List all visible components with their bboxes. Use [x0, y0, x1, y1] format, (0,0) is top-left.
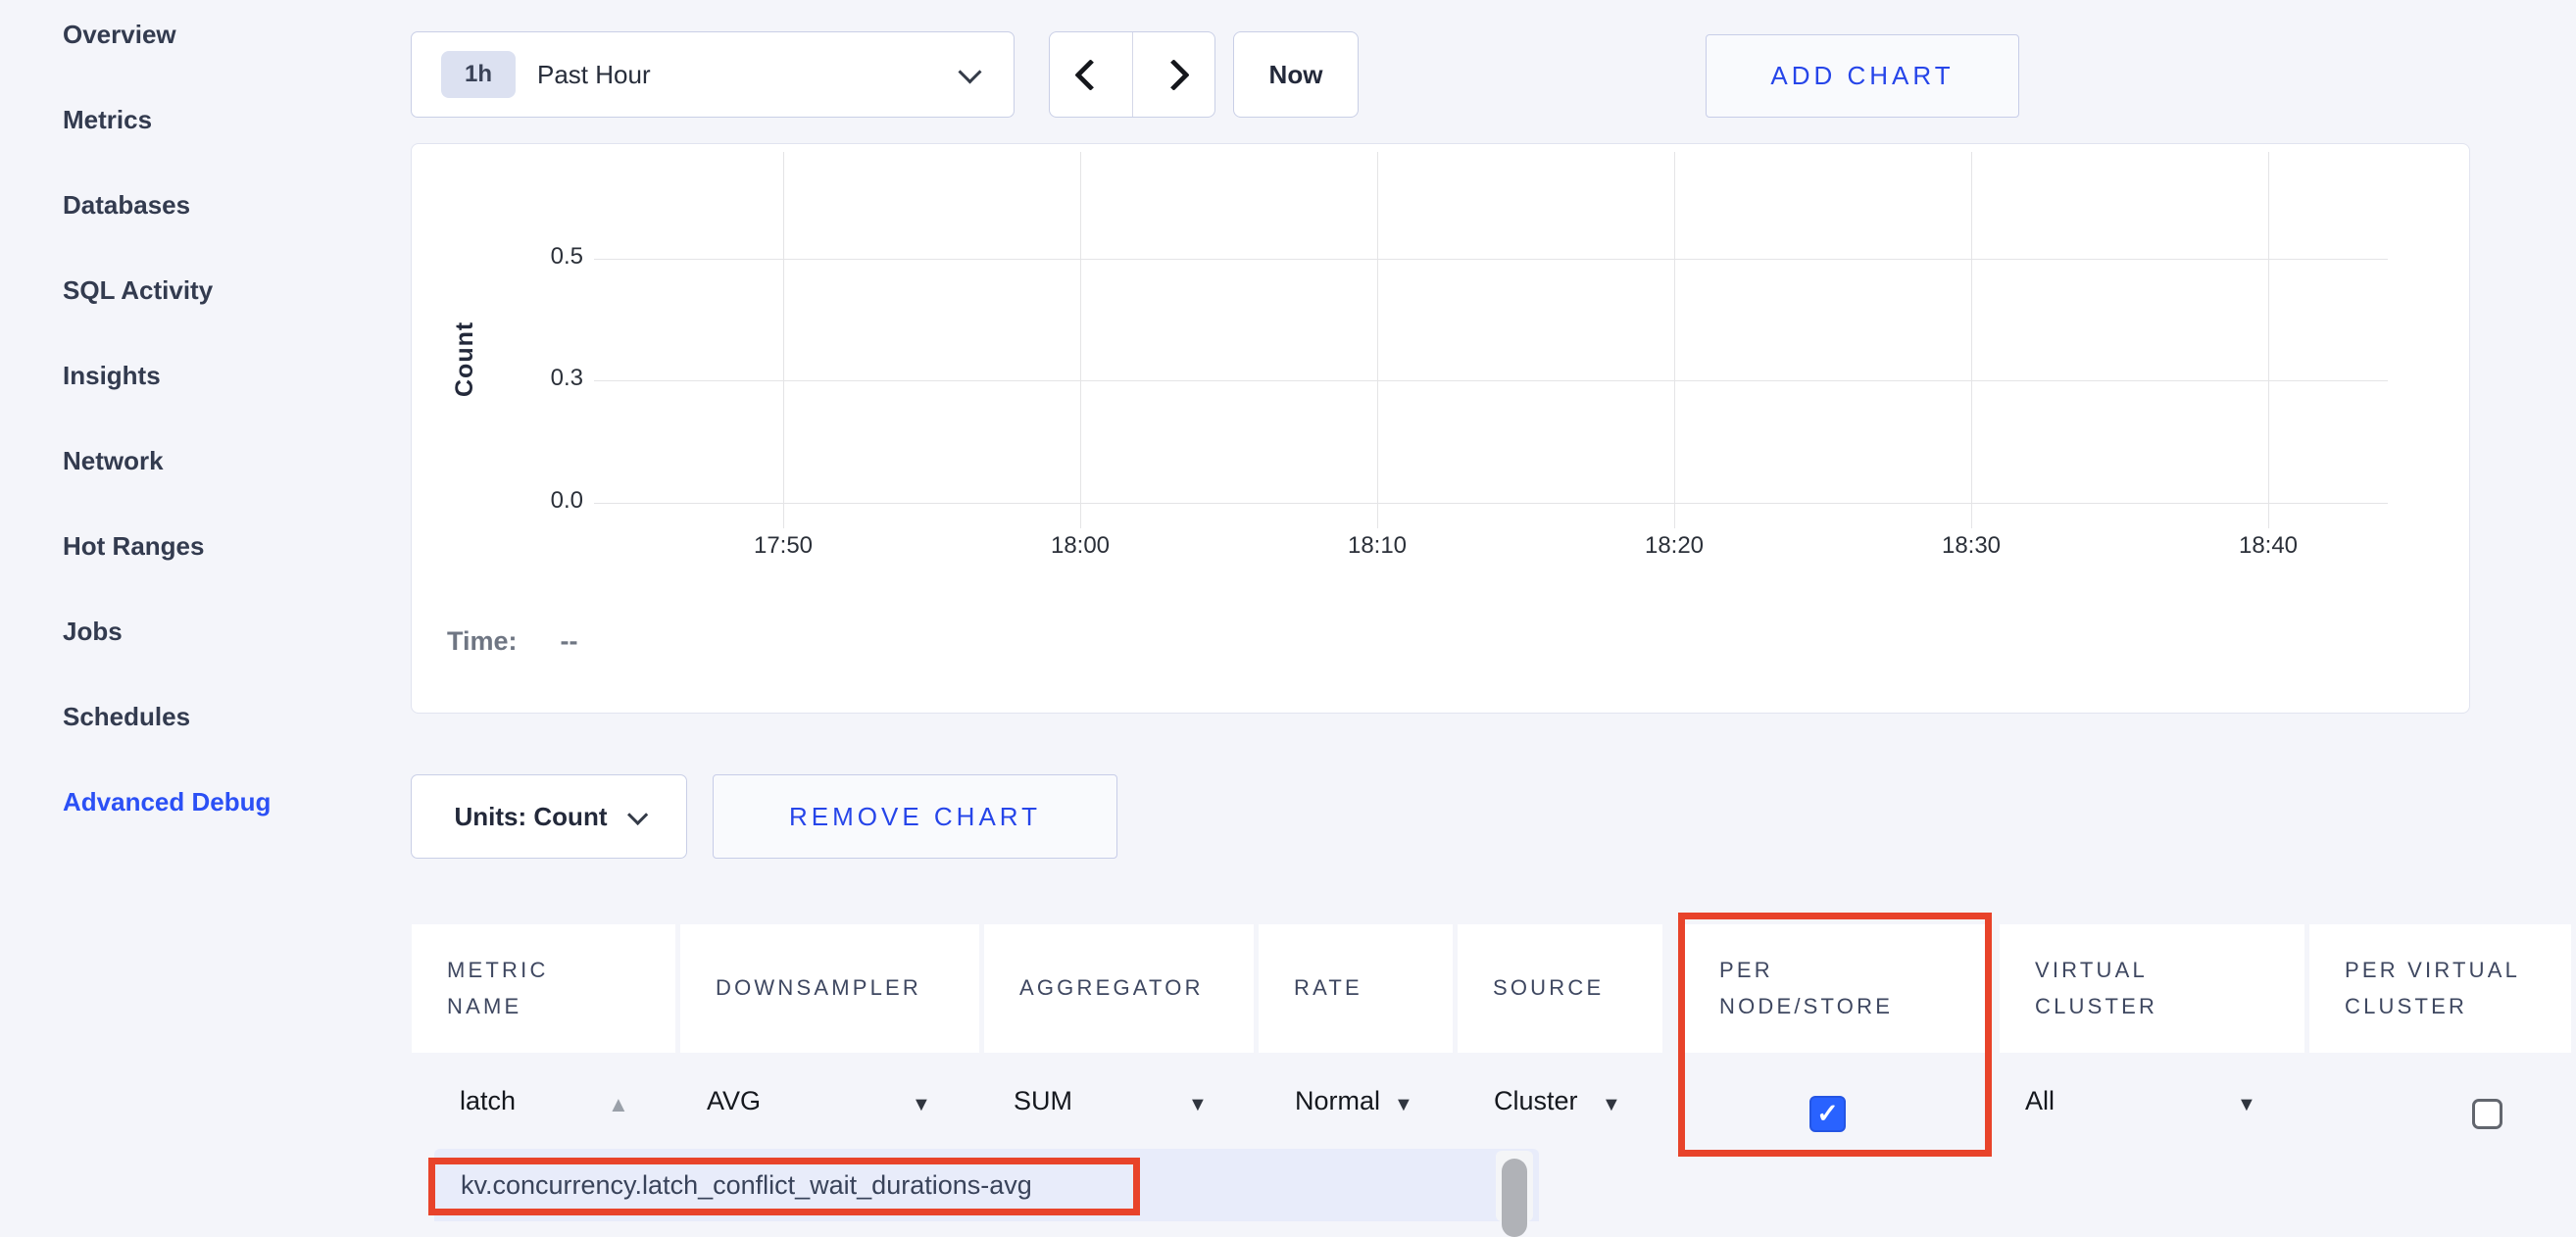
sidebar-item-advanced-debug[interactable]: Advanced Debug: [63, 787, 271, 820]
x-tick-label: 17:50: [715, 532, 852, 560]
y-tick-label: 0.0: [500, 487, 583, 515]
virtual-cluster-select[interactable]: All: [2025, 1086, 2055, 1116]
next-time-button[interactable]: [1132, 32, 1215, 117]
add-chart-button[interactable]: ADD CHART: [1706, 34, 2019, 118]
dropdown-scrollbar: [1496, 1151, 1533, 1221]
units-select-label: Units: Count: [455, 802, 608, 832]
caret-up-icon[interactable]: ▲: [608, 1092, 629, 1117]
checkmark-icon: ✓: [1816, 1099, 1839, 1129]
x-tick-label: 18:40: [2200, 532, 2337, 560]
per-virtual-cluster-checkbox[interactable]: [2472, 1099, 2502, 1129]
sidebar-item-jobs[interactable]: Jobs: [63, 617, 123, 650]
chevron-down-icon: [627, 804, 648, 824]
y-tick-label: 0.5: [500, 243, 583, 271]
column-header-rate: RATE: [1259, 924, 1453, 1053]
source-select[interactable]: Cluster: [1494, 1086, 1578, 1116]
aggregator-select[interactable]: SUM: [1014, 1086, 1072, 1116]
time-step-arrows: [1049, 31, 1215, 118]
x-tick-label: 18:10: [1309, 532, 1446, 560]
previous-time-button[interactable]: [1050, 32, 1132, 117]
x-tick-label: 18:00: [1012, 532, 1149, 560]
y-axis-label: Count: [451, 201, 479, 397]
caret-down-icon[interactable]: ▼: [1394, 1094, 1413, 1116]
caret-down-icon[interactable]: ▼: [1188, 1094, 1208, 1116]
time-window-label: Past Hour: [537, 60, 651, 90]
sidebar-item-sql-activity[interactable]: SQL Activity: [63, 275, 213, 309]
y-tick-label: 0.3: [500, 365, 583, 392]
time-range-selector[interactable]: 1h Past Hour: [411, 31, 1015, 118]
sidebar-item-network[interactable]: Network: [63, 446, 164, 479]
chevron-down-icon: [958, 60, 981, 83]
column-header-aggregator: AGGREGATOR: [984, 924, 1254, 1053]
column-header-source: SOURCE: [1458, 924, 1662, 1053]
units-select[interactable]: Units: Count: [411, 774, 687, 859]
x-tick-label: 18:30: [1903, 532, 2040, 560]
sidebar-item-overview[interactable]: Overview: [63, 20, 176, 53]
column-header-per-node-store: PER NODE/STORE: [1684, 924, 1989, 1053]
column-header-downsampler: DOWNSAMPLER: [680, 924, 979, 1053]
dropdown-scrollbar-thumb[interactable]: [1502, 1159, 1527, 1237]
chart-plot-area[interactable]: [594, 152, 2388, 528]
caret-down-icon[interactable]: ▼: [1602, 1094, 1621, 1116]
per-node-store-checkbox[interactable]: ✓: [1809, 1096, 1846, 1132]
chart-card: Count 0.5 0.3 0.0 17:50 18:00 18:10 18:2…: [411, 143, 2470, 714]
metric-suggestion-dropdown: kv.concurrency.latch_conflict_wait_durat…: [434, 1149, 1539, 1221]
metric-name-input[interactable]: latch: [460, 1086, 516, 1116]
column-header-virtual-cluster: VIRTUAL CLUSTER: [2000, 924, 2304, 1053]
time-window-badge: 1h: [441, 51, 516, 98]
downsampler-select[interactable]: AVG: [707, 1086, 761, 1116]
time-readout-label: Time:: [447, 626, 518, 656]
metric-suggestion-item[interactable]: kv.concurrency.latch_conflict_wait_durat…: [461, 1170, 1032, 1201]
column-header-metric-name: METRIC NAME: [412, 924, 675, 1053]
column-header-per-virtual-cluster: PER VIRTUAL CLUSTER: [2309, 924, 2571, 1053]
sidebar-item-metrics[interactable]: Metrics: [63, 105, 152, 138]
sidebar-item-hot-ranges[interactable]: Hot Ranges: [63, 531, 204, 565]
time-readout-value: --: [561, 626, 578, 656]
chevron-right-icon: [1158, 59, 1190, 91]
rate-select[interactable]: Normal: [1295, 1086, 1380, 1116]
x-tick-label: 18:20: [1606, 532, 1743, 560]
remove-chart-button[interactable]: REMOVE CHART: [713, 774, 1117, 859]
caret-down-icon[interactable]: ▼: [2237, 1094, 2256, 1116]
sidebar-item-schedules[interactable]: Schedules: [63, 702, 190, 735]
sidebar-item-databases[interactable]: Databases: [63, 190, 190, 223]
sidebar-item-insights[interactable]: Insights: [63, 361, 161, 394]
caret-down-icon[interactable]: ▼: [912, 1094, 931, 1116]
chevron-left-icon: [1074, 59, 1107, 91]
time-readout: Time: --: [447, 626, 578, 657]
now-button[interactable]: Now: [1233, 31, 1359, 118]
